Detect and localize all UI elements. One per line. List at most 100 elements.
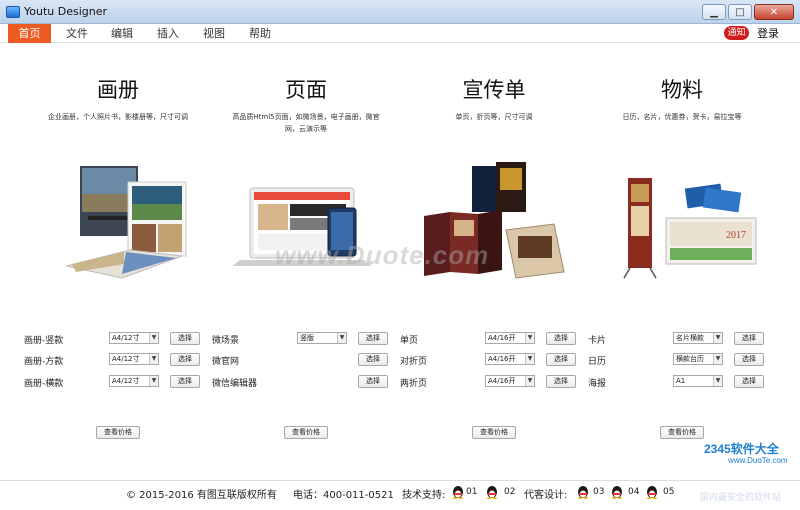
select-value: 竖版: [300, 334, 314, 342]
option-label: 画册-横款: [24, 379, 64, 389]
close-icon: ✕: [769, 7, 779, 18]
view-price-button[interactable]: 查看价格: [284, 426, 328, 439]
size-select[interactable]: A4/16开 ▼: [485, 375, 535, 387]
section-title: 页面: [285, 78, 327, 102]
support-num: 01: [466, 487, 478, 497]
view-price-button[interactable]: 查看价格: [472, 426, 516, 439]
select-button[interactable]: 选择: [734, 353, 764, 366]
design-num: 03: [593, 487, 605, 497]
menu-edit[interactable]: 编辑: [107, 24, 137, 43]
option-row: 单页 A4/16开 ▼ 选择: [400, 332, 588, 346]
option-row: 卡片 名片横款 ▼ 选择: [588, 332, 776, 346]
qq-icon[interactable]: [611, 485, 623, 499]
select-button[interactable]: 选择: [170, 332, 200, 345]
qq-icon[interactable]: [646, 485, 658, 499]
menu-help[interactable]: 帮助: [245, 24, 275, 43]
qq-icon[interactable]: [577, 485, 589, 499]
phone-text: 电话：400-011-0521: [293, 490, 394, 501]
chevron-down-icon: ▼: [149, 333, 158, 343]
footer: © 2015-2016 有图互联版权所有 电话：400-011-0521 技术支…: [0, 480, 800, 502]
view-price-button[interactable]: 查看价格: [96, 426, 140, 439]
close-button[interactable]: ✕: [754, 4, 794, 20]
option-row: 日历 横款台历 ▼ 选择: [588, 353, 776, 367]
menu-insert[interactable]: 插入: [153, 24, 183, 43]
menu-file[interactable]: 文件: [62, 24, 92, 43]
chevron-down-icon: ▼: [149, 354, 158, 364]
chevron-down-icon: ▼: [713, 354, 722, 364]
select-value: 横款台历: [676, 355, 704, 363]
maximize-button[interactable]: □: [728, 4, 752, 20]
option-row: 两折页 A4/16开 ▼ 选择: [400, 375, 588, 389]
select-value: A4/12寸: [112, 355, 140, 363]
copyright-text: © 2015-2016 有图互联版权所有: [126, 490, 277, 501]
select-button[interactable]: 选择: [170, 353, 200, 366]
option-label: 对折页: [400, 357, 428, 367]
option-label: 微场景: [212, 336, 240, 346]
menu-home[interactable]: 首页: [8, 24, 51, 43]
support-num: 02: [504, 487, 516, 497]
section-subtitle: 单页，折页等，尺寸可调: [455, 113, 533, 121]
login-link[interactable]: 登录: [757, 24, 779, 43]
select-button[interactable]: 选择: [734, 332, 764, 345]
chevron-down-icon: ▼: [149, 376, 158, 386]
watermark-text: www.Duote.com: [275, 240, 490, 270]
qq-icon[interactable]: [486, 485, 498, 499]
select-value: A4/12寸: [112, 377, 140, 385]
qq-icon[interactable]: [452, 485, 464, 499]
select-button[interactable]: 选择: [734, 375, 764, 388]
size-select[interactable]: 横款台历 ▼: [673, 353, 723, 365]
option-row: 微信编辑器 选择: [212, 375, 400, 389]
minimize-button[interactable]: ▁: [702, 4, 726, 20]
option-row: 微场景 竖版 ▼ 选择: [212, 332, 400, 346]
chevron-down-icon: ▼: [713, 376, 722, 386]
design-label: 代客设计:: [524, 490, 568, 501]
menu-bar: 首页 文件 编辑 插入 视图 帮助 通知 登录: [0, 24, 800, 43]
menu-view[interactable]: 视图: [199, 24, 229, 43]
select-button[interactable]: 选择: [358, 353, 388, 366]
section-title: 宣传单: [462, 78, 526, 102]
option-label: 画册-竖款: [24, 336, 64, 346]
section-materials: 物料 日历，名片，优惠券，贺卡，易拉宝等 2017 卡片 名片横款 ▼ 选择 日历…: [588, 44, 776, 478]
select-button[interactable]: 选择: [546, 375, 576, 388]
chevron-down-icon: ▼: [337, 333, 346, 343]
notice-badge[interactable]: 通知: [724, 26, 749, 40]
support-label: 技术支持:: [402, 490, 446, 501]
option-row: 海报 A1 ▼ 选择: [588, 375, 776, 389]
section-subtitle: 高品质Html5页面，如微场景，电子画册，微官网，云演示等: [232, 113, 380, 133]
option-row: 画册-竖款 A4/12寸 ▼ 选择: [24, 332, 212, 346]
select-value: A4/16开: [488, 355, 516, 363]
size-select[interactable]: A4/16开 ▼: [485, 353, 535, 365]
app-icon: [6, 6, 20, 18]
option-label: 海报: [588, 379, 607, 389]
select-button[interactable]: 选择: [546, 353, 576, 366]
size-select[interactable]: A4/12寸 ▼: [109, 375, 159, 387]
section-subtitle: 日历，名片，优惠券，贺卡，易拉宝等: [622, 113, 742, 121]
section-subtitle: 企业画册，个人照片书，影楼册等，尺寸可调: [48, 113, 188, 121]
design-num: 04: [628, 487, 640, 497]
option-label: 单页: [400, 336, 419, 346]
size-select[interactable]: A4/16开 ▼: [485, 332, 535, 344]
watermark-bottom: 国内最安全的软件站: [700, 492, 782, 502]
size-select[interactable]: 竖版 ▼: [297, 332, 347, 344]
view-price-button[interactable]: 查看价格: [660, 426, 704, 439]
option-row: 画册-横款 A4/12寸 ▼ 选择: [24, 375, 212, 389]
chevron-down-icon: ▼: [713, 333, 722, 343]
option-label: 画册-方款: [24, 357, 64, 367]
option-label: 卡片: [588, 336, 607, 346]
select-button[interactable]: 选择: [170, 375, 200, 388]
size-select[interactable]: A4/12寸 ▼: [109, 332, 159, 344]
size-select[interactable]: 名片横款 ▼: [673, 332, 723, 344]
chevron-down-icon: ▼: [525, 333, 534, 343]
select-button[interactable]: 选择: [358, 375, 388, 388]
section-album: 画册 企业画册，个人照片书，影楼册等，尺寸可调 画册-竖款 A4/12寸 ▼ 选择…: [24, 44, 212, 478]
select-button[interactable]: 选择: [358, 332, 388, 345]
design-num: 05: [663, 487, 675, 497]
size-select[interactable]: A1 ▼: [673, 375, 723, 387]
select-button[interactable]: 选择: [546, 332, 576, 345]
size-select[interactable]: A4/12寸 ▼: [109, 353, 159, 365]
option-row: 微官网 选择: [212, 353, 400, 367]
album-image: [65, 166, 187, 279]
select-value: A4/16开: [488, 377, 516, 385]
option-row: 画册-方款 A4/12寸 ▼ 选择: [24, 353, 212, 367]
window-controls: ▁ □ ✕: [702, 4, 794, 20]
